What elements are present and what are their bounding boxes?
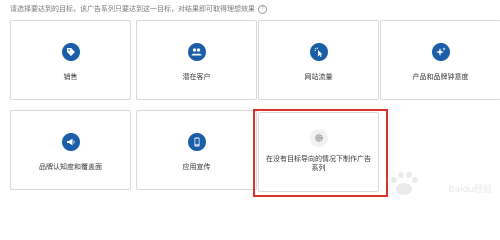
tag-icon	[61, 43, 80, 61]
instruction-text: 请选择要达到的目标，该广告系列只要达到这一目标，对结果即可取得理想效果	[10, 5, 255, 13]
watermark: Baidu经验	[384, 167, 494, 201]
goal-card-brand-consideration[interactable]: 产品和品牌钟意度	[380, 20, 500, 100]
people-icon	[187, 43, 206, 61]
cursor-click-icon	[309, 43, 328, 61]
goal-card-website-traffic[interactable]: 网站流量	[258, 20, 379, 100]
goal-card-label: 应用宣传	[182, 163, 211, 171]
gear-icon	[309, 129, 328, 147]
watermark-text: Baidu经验	[448, 185, 492, 195]
goal-card-label: 产品和品牌钟意度	[412, 73, 469, 81]
goal-card-label: 网站流量	[304, 73, 333, 81]
goal-card-label: 品牌认知度和覆盖面	[39, 163, 102, 171]
sparkle-icon	[431, 43, 450, 61]
goal-card-app-promotion[interactable]: 应用宣传	[136, 110, 257, 190]
goal-card-label: 在没有目标导向的情况下制作广告系列	[266, 155, 371, 172]
paw-logo-icon	[391, 172, 418, 195]
campaign-goal-page: 请选择要达到的目标，该广告系列只要达到这一目标，对结果即可取得理想效果 ? 销售…	[0, 0, 500, 203]
goal-card-sales[interactable]: 销售	[10, 20, 131, 100]
smartphone-icon	[187, 133, 206, 151]
goal-card-label: 潜在客户	[182, 73, 211, 81]
goal-card-no-goal[interactable]: 在没有目标导向的情况下制作广告系列	[258, 112, 379, 192]
goal-card-brand-awareness[interactable]: 品牌认知度和覆盖面	[10, 110, 131, 190]
goal-card-leads[interactable]: 潜在客户	[136, 20, 257, 100]
goal-instruction: 请选择要达到的目标，该广告系列只要达到这一目标，对结果即可取得理想效果 ?	[10, 4, 267, 14]
help-icon[interactable]: ?	[258, 4, 267, 14]
megaphone-icon	[61, 133, 80, 151]
goal-card-label: 销售	[63, 73, 78, 81]
